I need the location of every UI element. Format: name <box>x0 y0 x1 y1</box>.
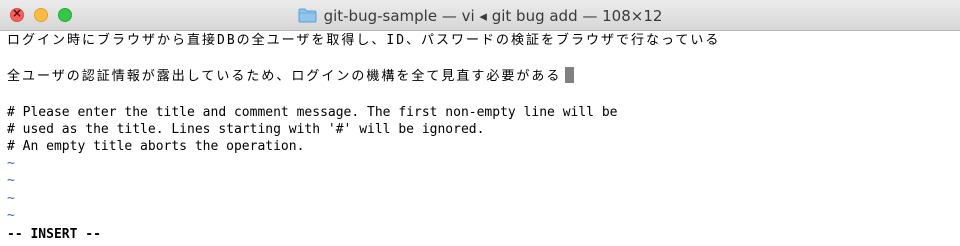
comment-line-2: # used as the title. Lines starting with… <box>7 122 485 137</box>
comment-line-3: # An empty title aborts the operation. <box>7 139 305 154</box>
folder-icon <box>298 8 317 23</box>
terminal-window: git-bug-sample — vi ◂ git bug add — 108×… <box>0 0 960 246</box>
title-bar[interactable]: git-bug-sample — vi ◂ git bug add — 108×… <box>0 0 960 31</box>
empty-line-tilde: ~ <box>7 173 15 188</box>
text-cursor <box>565 67 575 83</box>
window-title: git-bug-sample — vi ◂ git bug add — 108×… <box>323 6 663 25</box>
empty-line-tilde: ~ <box>7 191 15 206</box>
terminal-content[interactable]: ログイン時にブラウザから直接DBの全ユーザを取得し、ID、パスワードの検証をブラ… <box>0 32 960 246</box>
editor-line-3-text: 全ユーザの認証情報が露出しているため、ログインの機構を全て見直す必要がある <box>7 69 562 84</box>
editor-line-3: 全ユーザの認証情報が露出しているため、ログインの機構を全て見直す必要がある <box>7 67 575 84</box>
empty-line-tilde: ~ <box>7 156 15 171</box>
editor-line-1: ログイン時にブラウザから直接DBの全ユーザを取得し、ID、パスワードの検証をブラ… <box>7 33 721 48</box>
window-title-area: git-bug-sample — vi ◂ git bug add — 108×… <box>0 0 960 31</box>
empty-line-tilde: ~ <box>7 208 15 223</box>
vim-mode-indicator: -- INSERT -- <box>7 227 101 242</box>
comment-line-1: # Please enter the title and comment mes… <box>7 105 618 120</box>
